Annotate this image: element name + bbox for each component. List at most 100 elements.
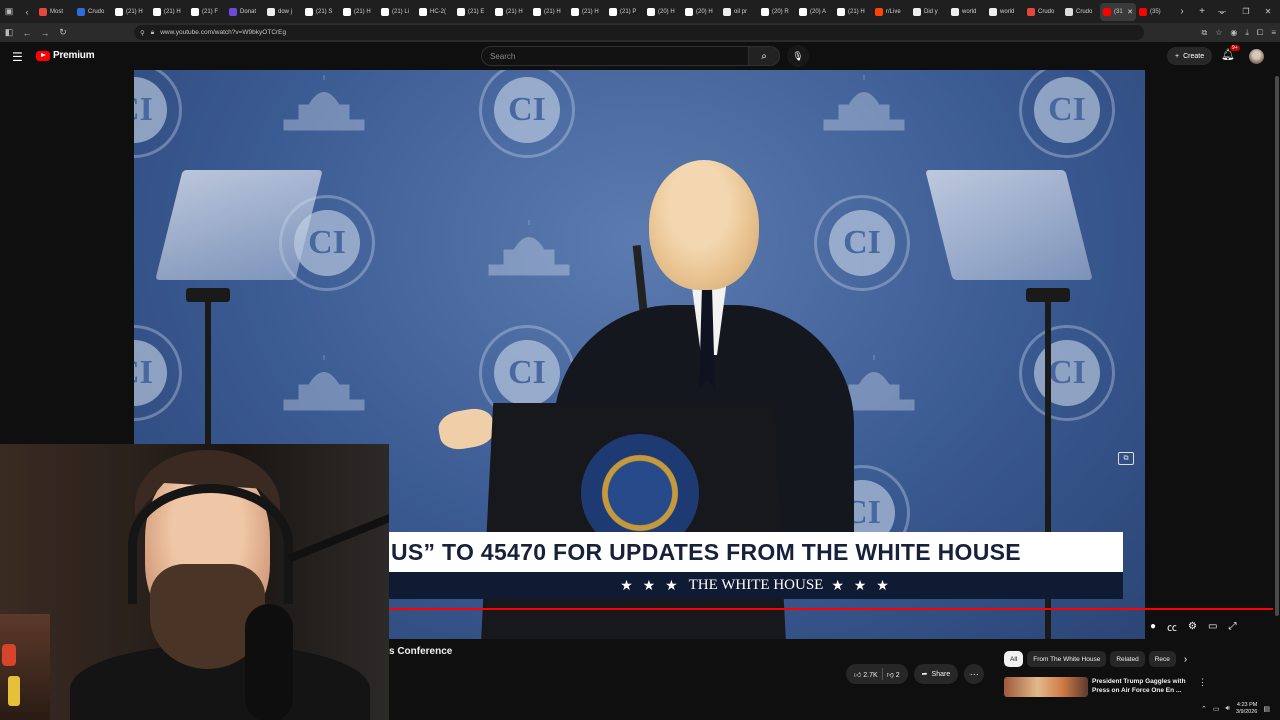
- tab-favicon-icon: [723, 7, 731, 16]
- browser-tab[interactable]: (21) Li: [378, 3, 416, 21]
- download-icon[interactable]: ⤓: [1245, 28, 1249, 38]
- browser-tab[interactable]: (21) E: [454, 3, 492, 21]
- browser-tab[interactable]: Donat: [226, 3, 264, 21]
- url-text[interactable]: www.youtube.com/watch?v=W9bkyOTCrEg: [160, 29, 286, 36]
- lower-third-headline: US” TO 45470 FOR UPDATES FROM THE WHITE …: [391, 538, 1021, 565]
- dislike-button[interactable]: 👎︎ 2: [887, 670, 900, 679]
- browser-tab[interactable]: (21) P: [606, 3, 644, 21]
- tab-favicon-icon: [799, 7, 807, 16]
- page-scrollbar-thumb[interactable]: [1275, 76, 1279, 616]
- url-field[interactable]: ⚲ 🔒︎ www.youtube.com/watch?v=W9bkyOTCrEg: [134, 25, 1144, 40]
- like-button[interactable]: 👍︎ 2.7K: [854, 670, 878, 679]
- youtube-logo[interactable]: Premium: [36, 50, 95, 61]
- filter-chip[interactable]: Related: [1110, 651, 1145, 667]
- browser-tab[interactable]: world: [986, 3, 1024, 21]
- browser-tab[interactable]: HC-2(: [416, 3, 454, 21]
- browser-tab[interactable]: (21) H: [112, 3, 150, 21]
- tab-label: (21) P: [620, 8, 637, 15]
- autoplay-toggle-icon[interactable]: ●: [1150, 621, 1156, 632]
- browser-tab[interactable]: (21) H: [834, 3, 872, 21]
- browser-tab[interactable]: (21) H: [530, 3, 568, 21]
- tray-expand-icon[interactable]: ⌃: [1201, 705, 1207, 713]
- reload-icon[interactable]: ↻: [54, 27, 72, 38]
- recommended-more-icon[interactable]: ⋮: [1198, 677, 1207, 697]
- chips-next-icon[interactable]: ›: [1184, 654, 1187, 665]
- browser-tab[interactable]: Most: [36, 3, 74, 21]
- extensions-icon[interactable]: ⧠: [1257, 28, 1263, 38]
- system-clock[interactable]: 4:23 PM 3/9/2026: [1236, 702, 1257, 716]
- create-label: Create: [1183, 52, 1205, 60]
- tab-label: (21) H: [848, 8, 865, 15]
- network-icon[interactable]: ▭: [1213, 705, 1220, 713]
- search-box[interactable]: [481, 46, 749, 66]
- account-avatar[interactable]: [1249, 49, 1264, 64]
- browser-tab[interactable]: (21) H: [340, 3, 378, 21]
- search-button[interactable]: ⌕: [749, 46, 780, 66]
- search-input[interactable]: [490, 51, 748, 61]
- tab-label: (21) H: [126, 8, 143, 15]
- recommended-title[interactable]: President Trump Gaggles with Press on Ai…: [1092, 677, 1192, 697]
- video-progress-bar[interactable]: [389, 608, 1280, 610]
- browser-tab[interactable]: dow j: [264, 3, 302, 21]
- sidebar-toggle-icon[interactable]: ◧: [0, 27, 18, 38]
- browser-tab[interactable]: (21) F: [188, 3, 226, 21]
- browser-tab[interactable]: (21) H: [568, 3, 606, 21]
- browser-tab[interactable]: (35): [1136, 3, 1170, 21]
- tab-scroll-right-icon[interactable]: ›: [1174, 6, 1190, 17]
- browser-tab[interactable]: (20) R: [758, 3, 796, 21]
- browser-tab[interactable]: Crudo: [74, 3, 112, 21]
- browser-tab[interactable]: (21) S: [302, 3, 340, 21]
- fullscreen-icon[interactable]: ⤢: [1228, 621, 1236, 632]
- browser-tab[interactable]: Did y: [910, 3, 948, 21]
- browser-tab[interactable]: (20) A: [796, 3, 834, 21]
- browser-tab[interactable]: (20) H: [682, 3, 720, 21]
- browser-tab[interactable]: oil pr: [720, 3, 758, 21]
- recommended-video[interactable]: President Trump Gaggles with Press on Ai…: [1004, 677, 1207, 697]
- site-info-icon[interactable]: ⚲: [140, 29, 145, 37]
- browser-tab[interactable]: Crudo: [1024, 3, 1062, 21]
- tab-label: Crudo: [88, 8, 105, 15]
- browser-tab[interactable]: (21) H: [492, 3, 530, 21]
- share-button[interactable]: ➦ Share: [913, 664, 959, 684]
- volume-icon[interactable]: 🔊︎: [1226, 705, 1230, 713]
- pip-toolbar-icon[interactable]: ⧉: [1202, 28, 1208, 38]
- close-window-icon[interactable]: ✕: [1256, 0, 1280, 23]
- filter-chip[interactable]: Rece: [1148, 651, 1176, 667]
- voice-search-button[interactable]: 🎙︎: [787, 45, 809, 67]
- minimize-icon[interactable]: —: [1210, 0, 1234, 23]
- tab-label: (21) E: [468, 8, 485, 15]
- captions-icon[interactable]: ㏄: [1167, 619, 1177, 634]
- miniplayer-icon[interactable]: ⧉: [1118, 452, 1134, 465]
- settings-gear-icon[interactable]: ⚙: [1188, 621, 1197, 632]
- tab-favicon-icon: [571, 7, 579, 16]
- dislike-count: 2: [895, 671, 900, 679]
- maximize-icon[interactable]: ❐: [1234, 0, 1258, 23]
- youtube-play-icon: [36, 50, 50, 61]
- filter-chip[interactable]: All: [1004, 651, 1024, 667]
- hamburger-menu-icon[interactable]: ☰: [12, 50, 23, 64]
- back-icon[interactable]: ←: [18, 28, 36, 38]
- browser-tab[interactable]: (21) H: [150, 3, 188, 21]
- forward-icon[interactable]: →: [36, 28, 54, 38]
- menu-icon[interactable]: ≡: [1271, 28, 1276, 37]
- new-tab-icon[interactable]: +: [1194, 6, 1210, 17]
- browser-tab[interactable]: Crudo: [1062, 3, 1100, 21]
- browser-tab[interactable]: world: [948, 3, 986, 21]
- browser-tab-active[interactable]: (31 ✕: [1100, 2, 1136, 21]
- address-bar-row: ◧ ← → ↻ ⚲ 🔒︎ www.youtube.com/watch?v=W9b…: [0, 23, 1280, 42]
- filter-chip[interactable]: From The White House: [1027, 651, 1107, 667]
- browser-tab[interactable]: (20) H: [644, 3, 682, 21]
- recommended-thumbnail[interactable]: [1004, 677, 1088, 697]
- browser-tab[interactable]: r/Live: [872, 3, 910, 21]
- theater-mode-icon[interactable]: ▭: [1208, 621, 1217, 632]
- tab-close-icon[interactable]: ✕: [1127, 8, 1133, 16]
- profile-icon[interactable]: ◉: [1230, 28, 1237, 37]
- tab-label: (21) S: [316, 8, 333, 15]
- tab-label: Crudo: [1076, 8, 1093, 15]
- notification-center-icon[interactable]: ▤: [1263, 705, 1270, 713]
- tab-back-icon[interactable]: ‹: [18, 0, 36, 23]
- more-actions-icon[interactable]: ⋯: [964, 664, 985, 684]
- create-button[interactable]: + Create: [1167, 47, 1213, 65]
- tab-menu-icon[interactable]: ▣: [0, 0, 18, 23]
- bookmark-icon[interactable]: ☆: [1215, 28, 1222, 37]
